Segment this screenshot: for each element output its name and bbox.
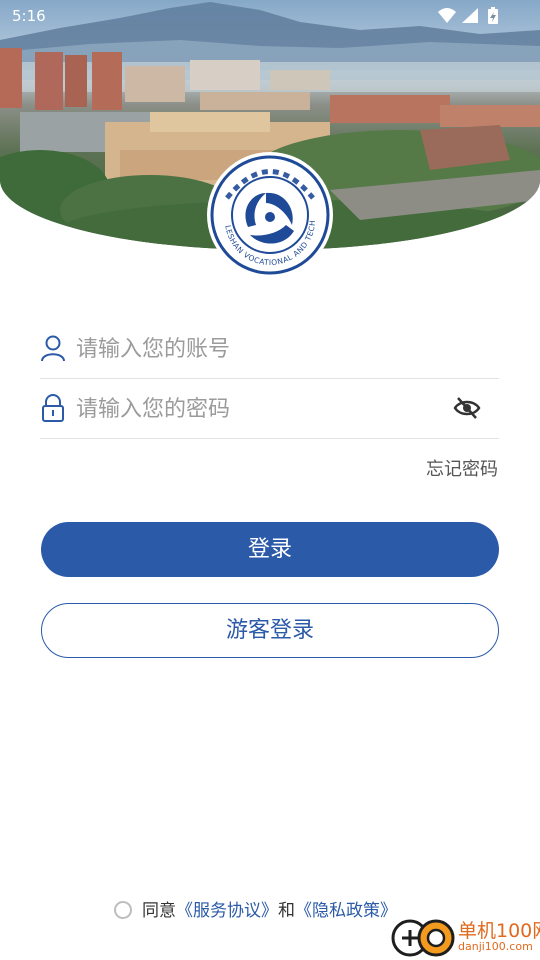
status-bar: 5:16: [0, 0, 540, 32]
agreement-and: 和: [278, 901, 295, 921]
watermark-title: 单机100网: [458, 920, 540, 942]
login-button[interactable]: 登录: [41, 522, 499, 577]
watermark: 单机100网 danji100.com: [390, 914, 540, 960]
account-field: [40, 318, 499, 379]
agreement-checkbox[interactable]: [114, 901, 132, 919]
watermark-logo-icon: [391, 919, 455, 957]
wifi-icon: [438, 8, 456, 23]
password-field: [40, 378, 499, 439]
service-agreement-link[interactable]: 《服务协议》: [176, 901, 278, 921]
forgot-password-link[interactable]: 忘记密码: [426, 455, 498, 481]
status-time: 5:16: [12, 7, 46, 25]
account-input[interactable]: [74, 328, 448, 370]
college-logo: LESHAN VOCATIONAL AND TECHNICAL COLLEGE: [202, 143, 335, 280]
battery-icon: [488, 7, 498, 24]
college-emblem-icon: LESHAN VOCATIONAL AND TECHNICAL COLLEGE: [202, 143, 333, 278]
agreement-prefix: 同意: [142, 901, 176, 921]
status-icons: [436, 6, 506, 30]
user-icon: [40, 334, 66, 362]
agreement-row: 同意《服务协议》和《隐私政策》: [114, 896, 397, 921]
password-input[interactable]: [74, 388, 448, 430]
privacy-policy-link[interactable]: 《隐私政策》: [295, 901, 397, 921]
lock-icon: [40, 394, 66, 422]
watermark-url: danji100.com: [458, 940, 533, 953]
eye-off-icon[interactable]: [453, 394, 481, 422]
guest-login-button[interactable]: 游客登录: [41, 603, 499, 658]
signal-icon: [462, 8, 478, 23]
